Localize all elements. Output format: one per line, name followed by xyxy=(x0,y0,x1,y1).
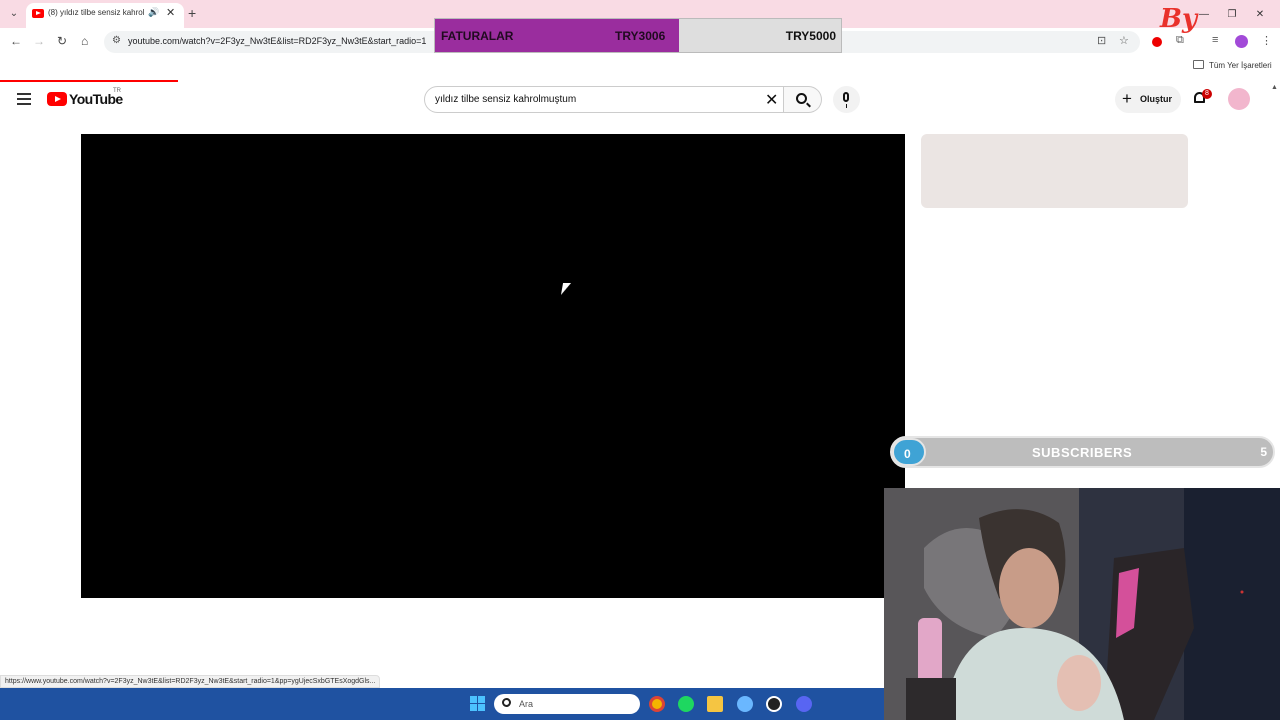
back-arrow-icon[interactable]: ← xyxy=(10,34,22,48)
opera-extension-icon[interactable] xyxy=(1152,37,1162,47)
fatura-goal-bar: FATURALAR TRY3006 TRY5000 xyxy=(434,18,842,53)
spotify-icon[interactable] xyxy=(678,696,694,712)
media-queue-icon[interactable]: ≡ xyxy=(1212,34,1218,46)
folder-icon xyxy=(1193,60,1204,69)
taskbar-search-box[interactable]: Ara xyxy=(494,694,640,714)
reload-icon[interactable]: ↻ xyxy=(57,34,67,48)
taskbar-search-placeholder: Ara xyxy=(519,699,534,709)
create-label: Oluştur xyxy=(1140,94,1173,104)
windows-start-icon[interactable] xyxy=(470,696,486,712)
close-window-icon[interactable]: ✕ xyxy=(1246,9,1274,20)
status-link-preview: https://www.youtube.com/watch?v=2F3yz_Nw… xyxy=(0,675,381,688)
search-icon xyxy=(796,93,807,104)
youtube-logo-icon[interactable] xyxy=(47,92,67,106)
window-controls: — ❐ ✕ xyxy=(1190,4,1280,24)
webcam-image xyxy=(884,488,1280,720)
youtube-header: YouTube TR yıldız tilbe sensiz kahrolmuş… xyxy=(0,82,1280,118)
site-info-icon[interactable]: ⚙ xyxy=(112,35,121,46)
bookmarks-bar: Tüm Yer İşaretleri xyxy=(0,58,1280,76)
profile-avatar-icon[interactable] xyxy=(1235,35,1248,48)
tab-close-icon[interactable]: ✕ xyxy=(166,6,175,19)
notification-count-badge: 8 xyxy=(1202,89,1212,99)
extensions-puzzle-icon[interactable]: ⧉ xyxy=(1176,34,1184,47)
sidebar-loading-placeholder xyxy=(921,134,1188,208)
subscribers-goal-bar: 0 SUBSCRIBERS 5 xyxy=(890,436,1275,468)
voice-search-button[interactable] xyxy=(833,86,860,113)
install-app-icon[interactable]: ⊡ xyxy=(1097,34,1106,47)
all-bookmarks-link[interactable]: Tüm Yer İşaretleri xyxy=(1209,61,1272,70)
file-explorer-icon[interactable] xyxy=(707,696,723,712)
search-icon xyxy=(502,698,511,707)
streamer-logo: By xyxy=(1160,4,1198,34)
fatura-label: FATURALAR xyxy=(441,29,514,43)
bookmark-star-icon[interactable]: ☆ xyxy=(1119,34,1129,47)
subscribers-label: SUBSCRIBERS xyxy=(1032,445,1133,460)
speaker-icon[interactable]: 🔊 xyxy=(148,7,159,18)
settings-app-icon[interactable] xyxy=(737,696,753,712)
browser-tab-youtube[interactable]: (8) yıldız tilbe sensiz kahrol 🔊 ✕ xyxy=(26,3,184,28)
webcam-feed xyxy=(884,488,1280,720)
plus-icon: + xyxy=(1122,89,1132,108)
youtube-favicon-icon xyxy=(32,9,44,18)
fatura-goal-amount: TRY5000 xyxy=(785,29,836,43)
country-code: TR xyxy=(113,88,121,94)
forward-arrow-icon[interactable]: → xyxy=(33,34,45,48)
search-button[interactable] xyxy=(784,86,822,113)
discord-icon[interactable] xyxy=(796,696,812,712)
scrollbar-up-arrow-icon[interactable]: ▲ xyxy=(1271,84,1278,91)
url-text: youtube.com/watch?v=2F3yz_Nw3tE&list=RD2… xyxy=(128,36,427,46)
restore-icon[interactable]: ❐ xyxy=(1218,9,1246,20)
subscribers-goal: 5 xyxy=(1260,445,1267,459)
windows-taskbar: Ara xyxy=(0,688,884,720)
subscribers-current: 0 xyxy=(904,447,911,461)
fatura-current-amount: TRY3006 xyxy=(615,29,666,43)
new-tab-plus-icon[interactable]: + xyxy=(188,5,196,21)
account-avatar[interactable] xyxy=(1228,88,1250,110)
obs-icon[interactable] xyxy=(766,696,782,712)
menu-hamburger-icon[interactable] xyxy=(17,93,31,105)
search-input[interactable]: yıldız tilbe sensiz kahrolmuştum ✕ xyxy=(424,86,784,113)
tab-title: (8) yıldız tilbe sensiz kahrol xyxy=(48,8,144,17)
more-menu-icon[interactable]: ⋮ xyxy=(1261,34,1272,47)
chrome-icon[interactable] xyxy=(649,696,665,712)
tab-search-chevron-icon[interactable]: ⌄ xyxy=(6,6,22,22)
home-icon[interactable]: ⌂ xyxy=(81,34,88,48)
subscribers-progress-marker: 0 xyxy=(892,438,926,466)
clear-search-icon[interactable]: ✕ xyxy=(765,90,778,110)
search-query: yıldız tilbe sensiz kahrolmuştum xyxy=(435,94,577,105)
create-button[interactable]: + Oluştur xyxy=(1115,86,1181,113)
microphone-icon xyxy=(843,92,849,108)
video-player[interactable] xyxy=(81,134,905,598)
